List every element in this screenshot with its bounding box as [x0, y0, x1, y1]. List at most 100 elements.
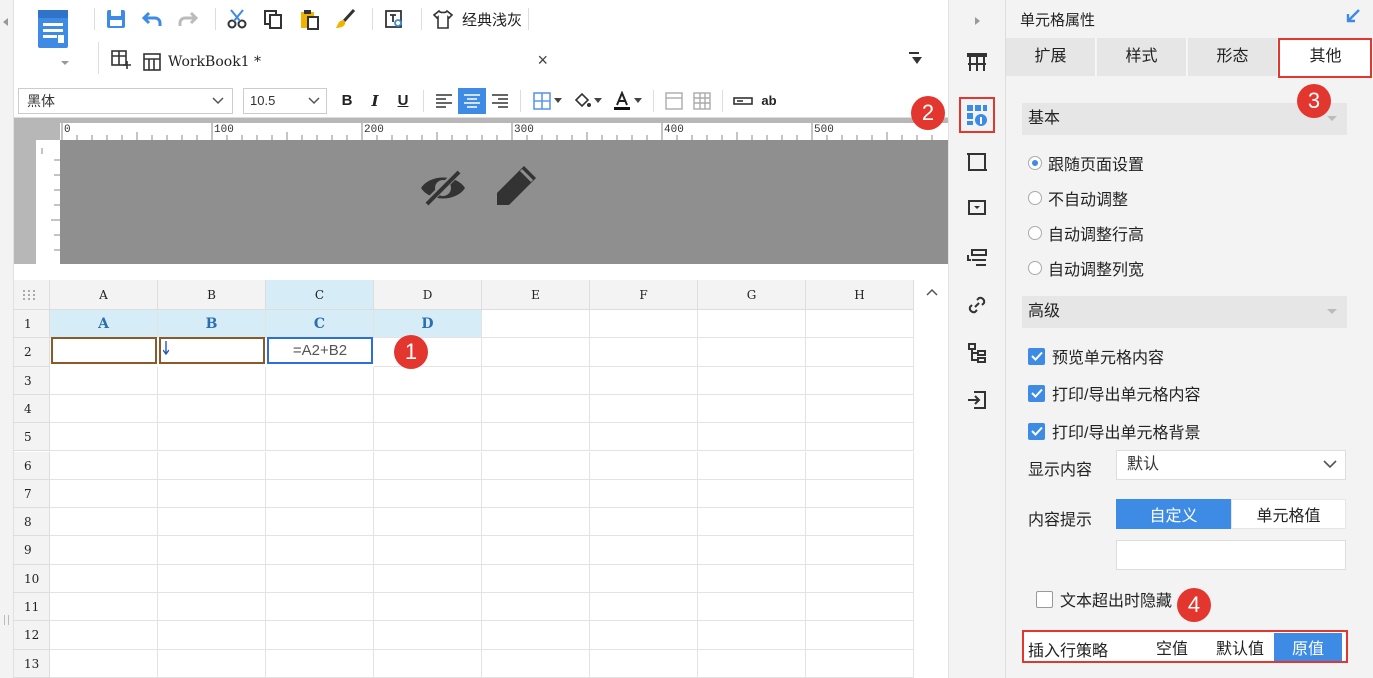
grid-cell[interactable]: [806, 649, 914, 678]
grid-cell[interactable]: [266, 508, 374, 537]
grid-cell[interactable]: [50, 621, 158, 650]
grid-cell[interactable]: [806, 621, 914, 650]
grid-cell[interactable]: [806, 536, 914, 565]
report-block-icon-button[interactable]: [962, 47, 992, 77]
column-header-g[interactable]: G: [698, 280, 806, 310]
text-style-button[interactable]: ab: [757, 88, 781, 114]
grid-cell[interactable]: [158, 621, 266, 650]
collapse-arrow-icon[interactable]: [1345, 8, 1361, 24]
cell-property-button[interactable]: [959, 97, 995, 133]
tab-style[interactable]: 样式: [1097, 38, 1187, 76]
align-left-button[interactable]: [430, 88, 458, 114]
grid-cell[interactable]: [590, 366, 698, 395]
check-hide-overflow[interactable]: 文本超出时隐藏: [1036, 587, 1172, 611]
tab-form[interactable]: 形态: [1188, 38, 1278, 76]
row-header[interactable]: 6: [14, 451, 50, 480]
copy-button[interactable]: [258, 4, 288, 34]
grid-cell[interactable]: [590, 593, 698, 622]
border-button[interactable]: [527, 88, 567, 114]
merge-cells-button[interactable]: [660, 88, 688, 114]
grid-cell[interactable]: [482, 338, 590, 367]
grid-cell[interactable]: [50, 451, 158, 480]
grid-cell[interactable]: [698, 564, 806, 593]
radio-no-auto[interactable]: 不自动调整: [1028, 186, 1128, 210]
grid-cell[interactable]: [266, 621, 374, 650]
column-header-h[interactable]: H: [806, 280, 914, 310]
grid-cell[interactable]: [482, 536, 590, 565]
column-header-e[interactable]: E: [482, 280, 590, 310]
row-header[interactable]: 12: [14, 621, 50, 650]
undo-button[interactable]: [137, 4, 167, 34]
grid-cell[interactable]: [158, 649, 266, 678]
grid-cell[interactable]: [266, 593, 374, 622]
grid-cell[interactable]: [482, 451, 590, 480]
fill-color-button[interactable]: [567, 88, 607, 114]
grid-cell[interactable]: [158, 423, 266, 452]
grid-cell[interactable]: [266, 479, 374, 509]
grid-cell[interactable]: [266, 451, 374, 480]
align-center-button[interactable]: [458, 87, 486, 114]
grid-cell[interactable]: [158, 366, 266, 395]
grid-cell[interactable]: [806, 338, 914, 367]
underline-button[interactable]: U: [389, 88, 417, 114]
grid-cell[interactable]: [590, 310, 698, 339]
select-all-corner[interactable]: [14, 280, 50, 310]
font-name-select[interactable]: 黑体: [18, 87, 233, 114]
grid-cell[interactable]: [482, 310, 590, 339]
grid-cell[interactable]: [374, 593, 482, 622]
tip-cell-value-option[interactable]: 单元格值: [1231, 499, 1346, 529]
save-button[interactable]: [101, 4, 131, 34]
grid-cell[interactable]: [590, 338, 698, 367]
theme-label[interactable]: 经典浅灰: [462, 9, 522, 30]
grid-cell[interactable]: [266, 394, 374, 424]
insert-original-option[interactable]: 原值: [1274, 633, 1342, 661]
tab-expand[interactable]: 扩展: [1006, 38, 1096, 76]
grid-cell[interactable]: [698, 366, 806, 395]
row-header[interactable]: 11: [14, 593, 50, 622]
import-button[interactable]: [962, 385, 992, 415]
grid-cell[interactable]: [698, 310, 806, 339]
font-color-button[interactable]: [607, 88, 647, 114]
column-header-b[interactable]: B: [158, 280, 266, 310]
data-tree-button[interactable]: [962, 338, 992, 368]
grid-cell[interactable]: [806, 564, 914, 593]
grid-cell[interactable]: [482, 564, 590, 593]
split-cells-button[interactable]: [688, 88, 716, 114]
grid-cell[interactable]: [590, 649, 698, 678]
grid-cell[interactable]: [698, 451, 806, 480]
row-header[interactable]: 10: [14, 564, 50, 593]
grid-cell[interactable]: [806, 394, 914, 424]
grid-cell[interactable]: [266, 564, 374, 593]
row-header[interactable]: 8: [14, 508, 50, 537]
grid-cell[interactable]: [158, 536, 266, 565]
check-print-content[interactable]: 打印/导出单元格内容: [1028, 381, 1200, 405]
tab-menu-button[interactable]: [908, 50, 924, 66]
grid-cell[interactable]: [266, 536, 374, 565]
grid-cell[interactable]: [698, 621, 806, 650]
grid-cell[interactable]: [806, 423, 914, 452]
content-tip-input[interactable]: [1116, 540, 1346, 570]
grid-cell[interactable]: [698, 423, 806, 452]
vertical-scrollbar[interactable]: [918, 280, 948, 678]
workbook-tab[interactable]: WorkBook1 * ×: [142, 44, 548, 80]
radio-follow-page[interactable]: 跟随页面设置: [1028, 151, 1144, 175]
column-header-c[interactable]: C: [266, 280, 374, 310]
section-advanced[interactable]: 高级: [1022, 296, 1347, 328]
expand-panel-button[interactable]: [962, 6, 992, 36]
pencil-icon[interactable]: [494, 162, 540, 208]
align-right-button[interactable]: [486, 88, 514, 114]
theme-button[interactable]: [428, 4, 458, 34]
display-content-select[interactable]: 默认: [1116, 450, 1346, 480]
cell-c2[interactable]: =A2+B2: [267, 337, 373, 364]
grid-cell[interactable]: [50, 479, 158, 509]
grid-cell[interactable]: [482, 366, 590, 395]
spreadsheet-grid[interactable]: A B C D E F G H A B C D =A2+B2 123456789…: [14, 280, 918, 678]
grid-cell[interactable]: [50, 508, 158, 537]
radio-auto-col-width[interactable]: 自动调整列宽: [1028, 256, 1144, 280]
grid-cell[interactable]: [698, 394, 806, 424]
grid-cell[interactable]: [590, 479, 698, 509]
widget-settings-button[interactable]: [962, 193, 992, 223]
cell-widget-button[interactable]: [729, 88, 757, 114]
grid-cell[interactable]: [590, 621, 698, 650]
grid-cell[interactable]: [374, 536, 482, 565]
